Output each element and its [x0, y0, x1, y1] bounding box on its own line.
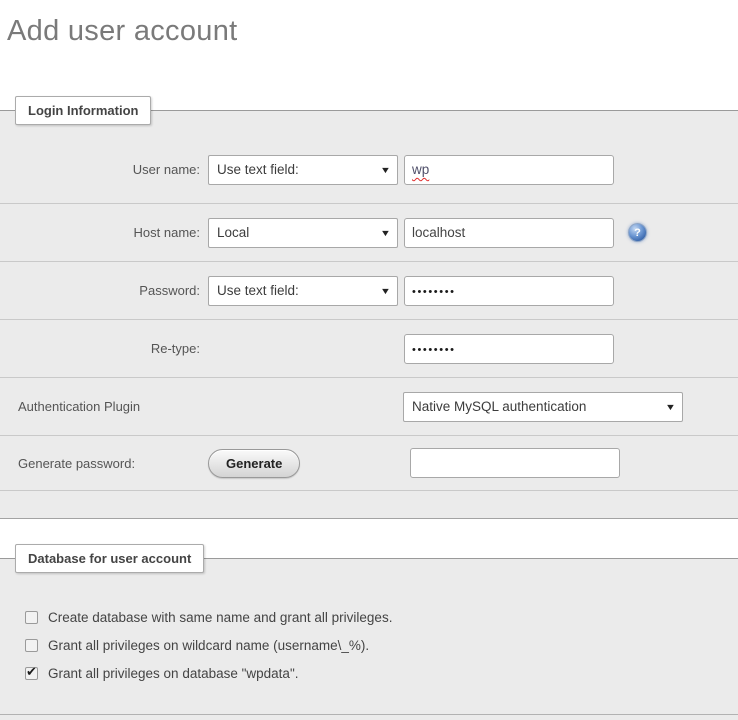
- username-type-select[interactable]: Use text field: ▼: [208, 155, 398, 185]
- username-type-select-value: Use text field:: [217, 162, 299, 177]
- username-row: User name: Use text field: ▼ wp: [0, 136, 738, 204]
- auth-plugin-label: Authentication Plugin: [18, 399, 140, 414]
- retype-row: Re-type: ••••••••: [0, 320, 738, 378]
- retype-password-input[interactable]: ••••••••: [404, 334, 614, 364]
- auth-plugin-row: Authentication Plugin Native MySQL authe…: [0, 378, 738, 436]
- chevron-down-icon: ▼: [665, 402, 676, 412]
- password-type-select[interactable]: Use text field: ▼: [208, 276, 398, 306]
- chevron-down-icon: ▼: [380, 165, 391, 175]
- login-fieldset: Login Information User name: Use text fi…: [0, 110, 738, 519]
- create-db-option-row: Create database with same name and grant…: [0, 603, 738, 631]
- section-divider: [0, 687, 738, 715]
- help-icon-glyph: ?: [634, 227, 641, 239]
- password-label: Password:: [0, 283, 200, 298]
- hostname-label: Host name:: [0, 225, 200, 240]
- hostname-type-select-value: Local: [217, 225, 249, 240]
- username-input[interactable]: wp: [404, 155, 614, 185]
- password-input[interactable]: ••••••••: [404, 276, 614, 306]
- spacer: [0, 715, 738, 720]
- hostname-input-value: localhost: [412, 225, 465, 240]
- create-db-option-label[interactable]: Create database with same name and grant…: [48, 610, 392, 625]
- username-input-value: wp: [412, 162, 429, 177]
- wildcard-grant-option-row: Grant all privileges on wildcard name (u…: [0, 631, 738, 659]
- hostname-input[interactable]: localhost: [404, 218, 614, 248]
- generate-password-row: Generate password: Generate: [0, 436, 738, 491]
- generated-password-input[interactable]: [410, 448, 620, 478]
- grant-wpdata-checkbox[interactable]: [25, 667, 38, 680]
- username-label: User name:: [0, 162, 200, 177]
- chevron-down-icon: ▼: [380, 286, 391, 296]
- generate-password-label: Generate password:: [18, 456, 208, 471]
- database-legend: Database for user account: [15, 544, 204, 573]
- spacer: [0, 491, 738, 518]
- password-type-select-value: Use text field:: [217, 283, 299, 298]
- retype-label: Re-type:: [0, 341, 200, 356]
- grant-wpdata-option-row: Grant all privileges on database "wpdata…: [0, 659, 738, 687]
- password-input-value: ••••••••: [412, 283, 456, 298]
- password-row: Password: Use text field: ▼ ••••••••: [0, 262, 738, 320]
- create-db-checkbox[interactable]: [25, 611, 38, 624]
- hostname-type-select[interactable]: Local ▼: [208, 218, 398, 248]
- help-icon[interactable]: ?: [628, 223, 647, 242]
- chevron-down-icon: ▼: [380, 228, 391, 238]
- wildcard-grant-checkbox[interactable]: [25, 639, 38, 652]
- login-legend: Login Information: [15, 96, 151, 125]
- grant-wpdata-option-label[interactable]: Grant all privileges on database "wpdata…: [48, 666, 298, 681]
- auth-plugin-select[interactable]: Native MySQL authentication ▼: [403, 392, 683, 422]
- generate-button[interactable]: Generate: [208, 449, 300, 478]
- page-title: Add user account: [0, 0, 738, 48]
- auth-plugin-select-value: Native MySQL authentication: [412, 399, 586, 414]
- database-fieldset: Database for user account Create databas…: [0, 558, 738, 720]
- wildcard-grant-option-label[interactable]: Grant all privileges on wildcard name (u…: [48, 638, 369, 653]
- hostname-row: Host name: Local ▼ localhost ?: [0, 204, 738, 262]
- retype-input-value: ••••••••: [412, 341, 456, 356]
